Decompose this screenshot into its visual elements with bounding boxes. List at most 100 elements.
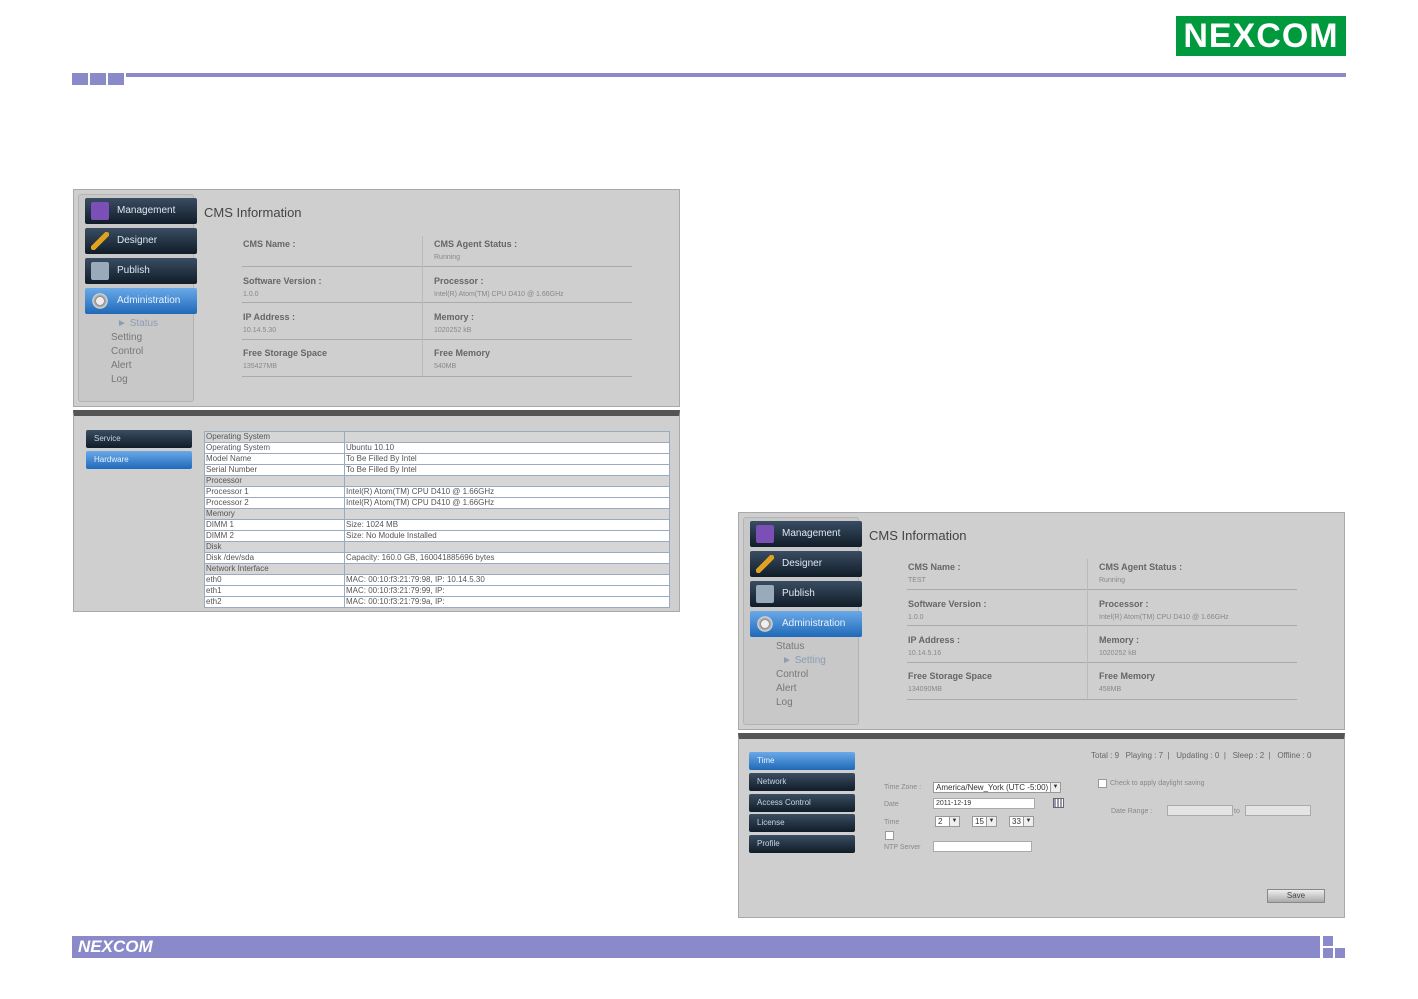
sub-control[interactable]: Control	[776, 668, 808, 682]
date-range-start[interactable]	[1167, 805, 1233, 816]
sub-setting[interactable]: Setting	[111, 331, 142, 345]
table-cell-key: eth0	[204, 574, 345, 586]
header-square	[72, 73, 88, 85]
table-cell-value	[344, 431, 670, 443]
table-cell-value: Size: 1024 MB	[344, 519, 670, 531]
nav-management[interactable]: Management	[750, 521, 862, 547]
nav-label: Designer	[117, 235, 158, 246]
sub-alert[interactable]: Alert	[776, 682, 797, 696]
sub-status[interactable]: Status	[776, 640, 804, 654]
divider	[242, 302, 632, 303]
publish-icon	[91, 262, 109, 280]
minute-select[interactable]: 15 ▼	[972, 816, 997, 827]
sub-alert[interactable]: Alert	[111, 359, 132, 373]
divider	[907, 662, 1297, 663]
table-row: Memory	[204, 508, 670, 520]
header-square	[90, 73, 106, 85]
nav-publish[interactable]: Publish	[85, 258, 197, 284]
table-cell-key: Disk	[204, 541, 345, 553]
table-row: Operating System	[204, 431, 670, 443]
nav-management[interactable]: Management	[85, 198, 197, 224]
pencil-icon	[91, 232, 109, 250]
table-cell-key: DIMM 2	[204, 530, 345, 542]
table-cell-key: eth2	[204, 596, 345, 608]
table-cell-value: MAC: 00:10:f3:21:79:9a, IP:	[344, 596, 670, 608]
field-value: 458MB	[1099, 686, 1122, 693]
sub-setting[interactable]: ► Setting	[782, 654, 826, 668]
left-info-panel: Management Designer Publish Administrati…	[73, 189, 680, 407]
chevron-down-icon: ▼	[986, 817, 996, 826]
nav-label: Administration	[782, 618, 846, 629]
side-service[interactable]: Service	[86, 430, 192, 448]
table-row: Disk	[204, 541, 670, 553]
nav-designer[interactable]: Designer	[750, 551, 862, 577]
sub-control[interactable]: Control	[111, 345, 143, 359]
field-label: Memory :	[434, 312, 475, 322]
table-cell-value	[344, 508, 670, 520]
side-hardware[interactable]: Hardware	[86, 451, 192, 469]
calendar-icon[interactable]	[1053, 798, 1064, 808]
nav-publish[interactable]: Publish	[750, 581, 862, 607]
sub-log[interactable]: Log	[111, 373, 128, 387]
right-nav: Management Designer Publish Administrati…	[743, 517, 862, 725]
footer-bar	[72, 936, 1320, 958]
monitor-icon	[756, 525, 774, 543]
right-settings-panel: Time Network Access Control License Prof…	[738, 733, 1345, 918]
ntp-label: NTP Server	[884, 844, 921, 851]
divider	[422, 236, 423, 376]
sub-log[interactable]: Log	[776, 696, 793, 710]
date-input[interactable]: 2011-12-19	[933, 798, 1035, 809]
field-label: IP Address :	[908, 635, 961, 645]
field-label: IP Address :	[243, 312, 296, 322]
page-title: CMS Information	[204, 205, 302, 220]
chevron-down-icon: ▼	[1023, 817, 1033, 826]
divider	[1087, 559, 1088, 699]
table-cell-value	[344, 541, 670, 553]
second-select[interactable]: 33 ▼	[1009, 816, 1034, 827]
chevron-down-icon: ▼	[949, 817, 959, 826]
table-cell-key: Operating System	[204, 442, 345, 454]
time-zone-select[interactable]: America/New_York (UTC -5:00) ▼	[933, 782, 1061, 793]
table-cell-key: Memory	[204, 508, 345, 520]
date-range-end[interactable]	[1245, 805, 1311, 816]
table-cell-value: Size: No Module Installed	[344, 530, 670, 542]
nav-designer[interactable]: Designer	[85, 228, 197, 254]
table-cell-key: Processor	[204, 475, 345, 487]
table-cell-key: Processor 2	[204, 497, 345, 509]
nav-administration[interactable]: Administration	[750, 611, 862, 637]
time-label: Time	[884, 819, 900, 826]
date-label: Date	[884, 801, 899, 808]
table-cell-value: To Be Filled By Intel	[344, 453, 670, 465]
header-rule	[126, 73, 1346, 77]
table-row: Operating System Ubuntu 10.10	[204, 442, 670, 454]
time-zone-value: America/New_York (UTC -5:00)	[936, 783, 1049, 792]
table-row: DIMM 1 Size: 1024 MB	[204, 519, 670, 531]
table-row: eth1 MAC: 00:10:f3:21:79:99, IP:	[204, 585, 670, 597]
side-license[interactable]: License	[749, 814, 855, 832]
publish-icon	[756, 585, 774, 603]
side-access-control[interactable]: Access Control	[749, 794, 855, 812]
left-nav: Management Designer Publish Administrati…	[78, 194, 197, 402]
nav-administration[interactable]: Administration	[85, 288, 197, 314]
field-value: 1.0.0	[243, 291, 259, 298]
divider	[242, 339, 632, 340]
divider	[242, 376, 632, 377]
time-zone-label: Time Zone :	[884, 784, 922, 791]
table-row: DIMM 2 Size: No Module Installed	[204, 530, 670, 542]
ntp-checkbox[interactable]	[885, 831, 894, 840]
sub-status[interactable]: ► Status	[117, 317, 158, 331]
side-time[interactable]: Time	[749, 752, 855, 770]
hardware-table: Operating System Operating System Ubuntu 1…	[204, 431, 670, 608]
side-network[interactable]: Network	[749, 773, 855, 791]
table-row: Disk /dev/sda Capacity: 160.0 GB, 1600418…	[204, 552, 670, 564]
ntp-server-input[interactable]	[933, 841, 1032, 852]
monitor-icon	[91, 202, 109, 220]
nav-label: Publish	[782, 588, 815, 599]
nav-label: Designer	[782, 558, 823, 569]
table-cell-value: MAC: 00:10:f3:21:79:98, IP: 10.14.5.30	[344, 574, 670, 586]
nexcom-logo: NEXCOM	[1176, 16, 1346, 56]
hour-select[interactable]: 2 ▼	[935, 816, 960, 827]
save-button[interactable]: Save	[1267, 889, 1325, 903]
daylight-saving-checkbox[interactable]	[1098, 779, 1107, 788]
side-profile[interactable]: Profile	[749, 835, 855, 853]
